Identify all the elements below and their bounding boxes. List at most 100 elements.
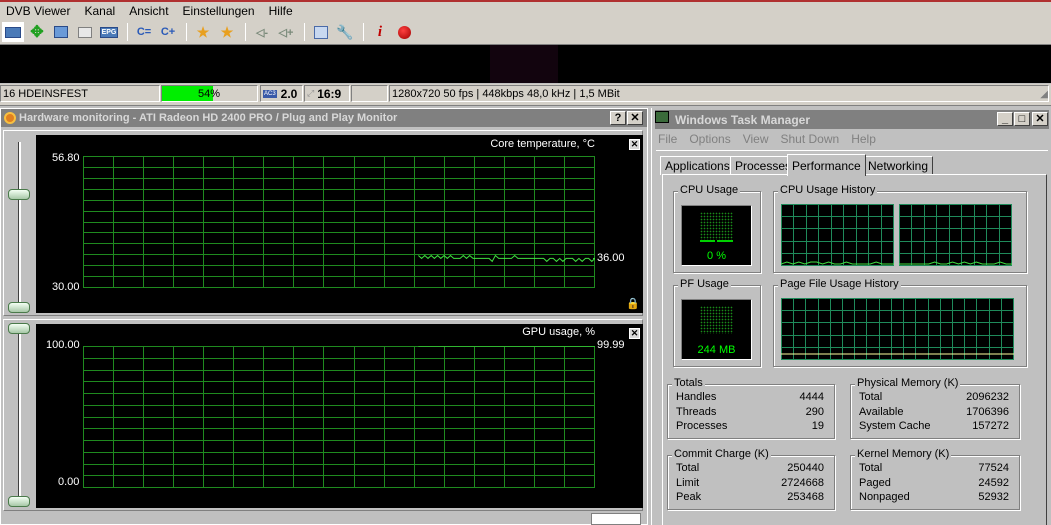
temp-y-max-label: 56.80	[52, 152, 80, 164]
task-manager-monitor-icon	[655, 111, 669, 123]
gpu-graph-plot	[83, 346, 595, 488]
teletext-button[interactable]	[74, 22, 96, 42]
tm-minimize-button[interactable]: _	[997, 112, 1013, 126]
tm-menu-help[interactable]: Help	[851, 132, 876, 146]
physical-memory-label: Physical Memory (K)	[855, 377, 961, 389]
fullscreen-button[interactable]: ✥	[26, 22, 48, 42]
menu-kanal[interactable]: Kanal	[84, 4, 115, 18]
menu-einstellungen[interactable]: Einstellungen	[183, 4, 255, 18]
favorite-next-button[interactable]: ★	[216, 22, 238, 42]
tab-networking[interactable]: Networking	[863, 156, 934, 175]
tm-menu-options[interactable]: Options	[689, 132, 730, 146]
info-icon: i	[377, 23, 383, 40]
audio-channels: 2.0	[280, 86, 298, 101]
favorite-next-icon: ★	[220, 23, 234, 40]
tm-maximize-button[interactable]: □	[1014, 112, 1030, 126]
gpu-current-label: 99.99	[597, 339, 625, 351]
channel-prev-button[interactable]: C=	[133, 22, 155, 42]
tab-applications[interactable]: Applications	[660, 156, 735, 175]
cpu-meter-bars	[700, 212, 733, 240]
display-mode-button[interactable]	[2, 22, 24, 42]
cpu-history-group: CPU Usage History	[773, 184, 1027, 273]
tab-performance[interactable]: Performance	[787, 154, 866, 176]
ac3-icon: AC3	[263, 89, 277, 98]
temp-range-slider[interactable]	[18, 142, 21, 312]
dvb-toolbar: ✥ EPG C= C+ ★ ★ ◁- ◁+ 🔧 i	[0, 20, 1051, 45]
graph-background	[781, 204, 894, 266]
epg-icon: EPG	[99, 26, 119, 38]
totals-row: Handles 4444	[676, 391, 824, 405]
lock-icon[interactable]: 🔒	[626, 297, 640, 310]
pf-meter-bars	[700, 306, 733, 334]
kernel-memory-row: Total 77524	[859, 462, 1009, 476]
tm-menu-shutdown[interactable]: Shut Down	[781, 132, 840, 146]
pf-history-graph	[781, 298, 1014, 360]
hw-close-button[interactable]: ✕	[627, 111, 643, 125]
handles-value: 4444	[799, 391, 824, 403]
menu-dvb-viewer[interactable]: DVB Viewer	[6, 4, 70, 18]
dvb-menubar: DVB Viewer Kanal Ansicht Einstellungen H…	[0, 2, 1051, 20]
epg-button[interactable]: EPG	[98, 22, 120, 42]
toolbar-separator	[363, 23, 364, 41]
toolbar-separator	[245, 23, 246, 41]
performance-panel: CPU Usage 0 % CPU Usage History PF Usage…	[662, 174, 1047, 525]
temp-graph-close-button[interactable]: ✕	[629, 139, 640, 150]
physical-memory-row: Available 1706396	[859, 406, 1009, 420]
status-aspect: ⤢ 16:9	[304, 85, 350, 102]
totals-label: Totals	[672, 377, 705, 389]
channel-next-button[interactable]: C+	[157, 22, 179, 42]
menu-hilfe[interactable]: Hilfe	[269, 4, 293, 18]
temp-slider-bottom-thumb[interactable]	[8, 302, 30, 313]
processes-value: 19	[811, 420, 824, 432]
video-frame-content	[490, 45, 558, 83]
tm-title-bar[interactable]: Windows Task Manager	[655, 110, 1049, 129]
gpu-slider-top-thumb[interactable]	[8, 323, 30, 334]
physical-memory-group: Physical Memory (K) Total 2096232 Availab…	[850, 377, 1020, 439]
record-button[interactable]	[393, 22, 415, 42]
recording-list-button[interactable]	[310, 22, 332, 42]
volume-up-icon: ◁+	[278, 26, 294, 39]
gpu-y-max-label: 100.00	[46, 339, 80, 351]
favorite-prev-button[interactable]: ★	[192, 22, 214, 42]
hw-statusbar-field	[591, 513, 641, 525]
osd-icon	[54, 26, 68, 38]
cpu-usage-label: CPU Usage	[678, 184, 741, 196]
phys-total-value: 2096232	[966, 391, 1009, 403]
pf-usage-value: 244 MB	[697, 344, 736, 356]
temp-graph-plot	[83, 156, 595, 288]
hw-help-button[interactable]: ?	[610, 111, 626, 125]
status-empty	[351, 85, 388, 102]
volume-up-button[interactable]: ◁+	[275, 22, 297, 42]
volume-down-button[interactable]: ◁-	[251, 22, 273, 42]
kernel-nonpaged-label: Nonpaged	[859, 491, 910, 503]
menu-ansicht[interactable]: Ansicht	[129, 4, 168, 18]
tm-close-button[interactable]: ✕	[1032, 112, 1048, 126]
commit-charge-label: Commit Charge (K)	[672, 448, 771, 460]
pf-usage-label: PF Usage	[678, 278, 731, 290]
kernel-memory-row: Nonpaged 52932	[859, 491, 1009, 505]
gpu-range-slider[interactable]	[18, 334, 21, 506]
info-button[interactable]: i	[369, 22, 391, 42]
osd-button[interactable]	[50, 22, 72, 42]
totals-row: Processes 19	[676, 420, 824, 434]
hw-window-title: Hardware monitoring - ATI Radeon HD 2400…	[19, 112, 398, 124]
stream-info: 1280x720 50 fps | 448kbps 48,0 kHz | 1,5…	[392, 87, 620, 100]
temp-current-label: 36.00	[597, 252, 625, 264]
hw-title-bar[interactable]: Hardware monitoring - ATI Radeon HD 2400…	[1, 109, 647, 127]
gpu-y-min-label: 0.00	[58, 476, 80, 488]
commit-charge-row: Total 250440	[676, 462, 824, 476]
task-manager-window: Windows Task Manager _ □ ✕ File Options …	[651, 108, 1051, 525]
hw-monitor-gear-icon	[4, 112, 16, 124]
gpu-graph-pane: GPU usage, % ✕ 100.00 0.00 99.99	[36, 324, 643, 508]
settings-button[interactable]: 🔧	[334, 22, 356, 42]
tm-menu-view[interactable]: View	[743, 132, 769, 146]
tm-menu-file[interactable]: File	[658, 132, 677, 146]
totals-group: Totals Handles 4444 Threads 290 Processes 1…	[667, 377, 835, 439]
gpu-graph-close-button[interactable]: ✕	[629, 328, 640, 339]
record-icon	[397, 25, 411, 39]
threads-label: Threads	[676, 406, 717, 418]
resize-grip-icon[interactable]: ◢	[1040, 89, 1048, 100]
temp-slider-top-thumb[interactable]	[8, 189, 30, 200]
kernel-paged-label: Paged	[859, 477, 891, 489]
gpu-slider-bottom-thumb[interactable]	[8, 496, 30, 507]
